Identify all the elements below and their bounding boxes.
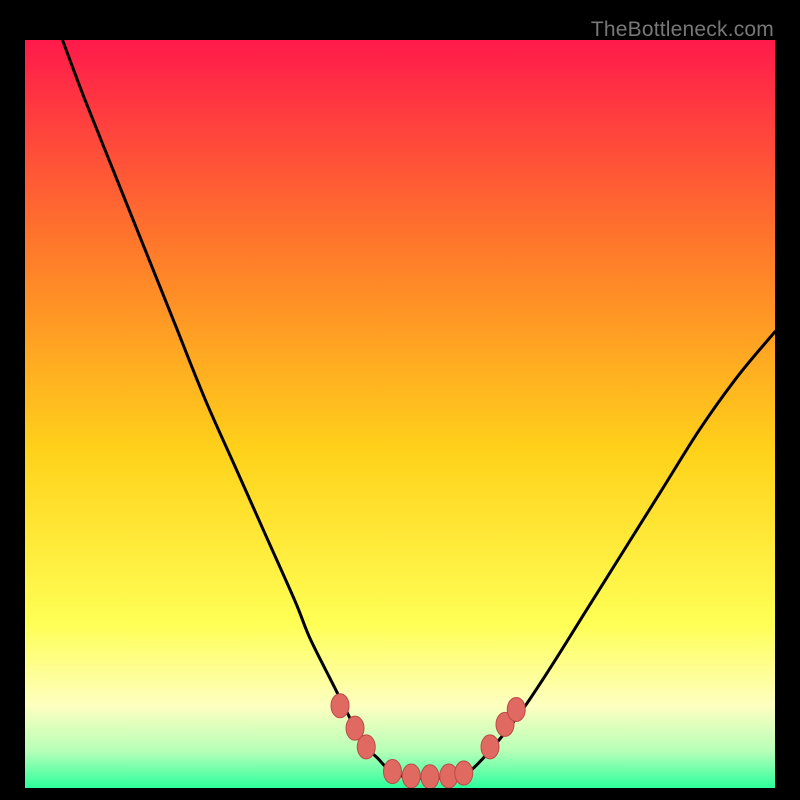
data-marker [402,764,420,788]
data-marker [455,761,473,785]
data-marker [507,697,525,721]
data-marker [357,735,375,759]
data-marker [331,694,349,718]
watermark-text: TheBottleneck.com [591,18,774,42]
data-marker [384,760,402,784]
plot-area [25,40,775,788]
chart-svg [25,40,775,788]
data-marker [481,735,499,759]
outer-frame: TheBottleneck.com [12,12,788,788]
data-marker [421,765,439,788]
gradient-bg [25,40,775,788]
